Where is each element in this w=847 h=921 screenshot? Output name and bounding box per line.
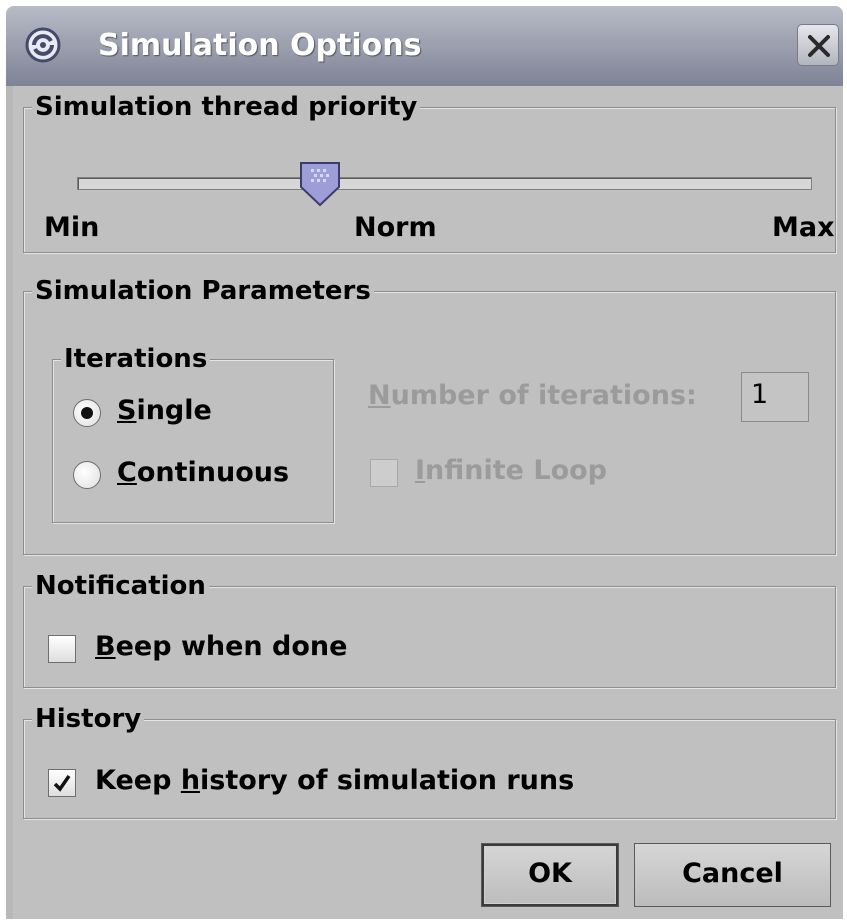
iterations-group: Iterations Single Continuous	[52, 342, 334, 523]
notification-title: Notification	[32, 569, 209, 603]
simulation-options-dialog: Simulation Options Simulation thread pri…	[6, 6, 843, 919]
radio-single-label[interactable]: Single	[117, 395, 212, 426]
cancel-button[interactable]: Cancel	[634, 843, 831, 907]
radio-continuous-label[interactable]: Continuous	[117, 457, 289, 488]
checkmark-icon	[53, 775, 71, 792]
dialog-content: Simulation thread priority Min Norm Max …	[13, 86, 843, 919]
close-button[interactable]	[797, 24, 839, 66]
radio-continuous-indicator[interactable]	[73, 461, 101, 489]
infinite-loop-checkbox-box[interactable]	[370, 459, 398, 487]
thread-priority-title: Simulation thread priority	[32, 90, 421, 124]
notification-group: Notification Beep when done	[23, 569, 836, 688]
thread-priority-group: Simulation thread priority Min Norm Max	[23, 90, 836, 253]
close-icon	[808, 35, 830, 57]
keep-history-checkbox-box[interactable]	[48, 769, 76, 797]
priority-slider-thumb[interactable]	[299, 161, 341, 207]
ok-button[interactable]: OK	[481, 843, 619, 907]
number-of-iterations-label: Number of iterations:	[368, 380, 697, 411]
slider-norm-label: Norm	[354, 212, 437, 243]
iterations-title: Iterations	[61, 342, 211, 376]
title-bar[interactable]: Simulation Options	[6, 6, 843, 86]
priority-slider-track[interactable]	[77, 177, 812, 190]
simulation-parameters-group: Simulation Parameters Iterations Single …	[23, 274, 836, 555]
beep-when-done-checkbox-box[interactable]	[48, 635, 76, 663]
radio-single-indicator[interactable]	[73, 399, 101, 427]
history-title: History	[32, 702, 145, 736]
infinite-loop-label: Infinite Loop	[415, 455, 608, 486]
window-title: Simulation Options	[98, 28, 422, 63]
number-of-iterations-input[interactable]: 1	[741, 372, 809, 422]
keep-history-label[interactable]: Keep history of simulation runs	[95, 765, 574, 796]
beep-when-done-label[interactable]: Beep when done	[95, 631, 347, 662]
simulation-parameters-title: Simulation Parameters	[32, 274, 374, 308]
app-swirl-icon	[24, 26, 62, 64]
history-group: History Keep history of simulation runs	[23, 702, 836, 819]
slider-max-label: Max	[772, 212, 835, 243]
slider-min-label: Min	[44, 212, 100, 243]
